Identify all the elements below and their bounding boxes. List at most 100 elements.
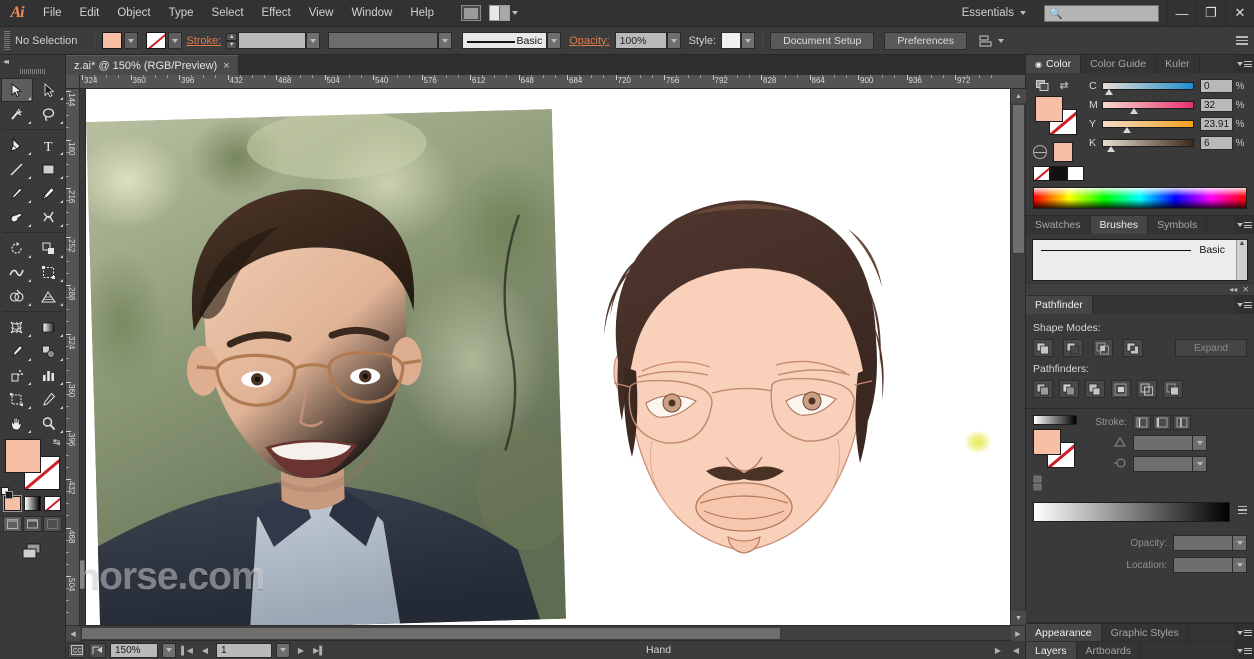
- eraser-tool[interactable]: [33, 205, 65, 229]
- status-next-button[interactable]: ▶: [991, 643, 1005, 658]
- brush-item-basic[interactable]: Basic: [1033, 240, 1247, 260]
- first-artboard-button[interactable]: ▌◀: [180, 643, 194, 658]
- stroke-profile-control[interactable]: [328, 32, 452, 49]
- gradient-fill-swatch[interactable]: [1033, 429, 1061, 455]
- bridge-icon[interactable]: [461, 5, 481, 21]
- tools-collapse-button[interactable]: ◂◂: [0, 55, 65, 67]
- artboard-number-field[interactable]: 1: [216, 643, 272, 658]
- menu-object[interactable]: Object: [108, 0, 159, 26]
- artboard-dropdown[interactable]: [276, 643, 290, 658]
- gradient-options-icon[interactable]: [1238, 506, 1247, 515]
- color-panel-menu-icon[interactable]: [1234, 55, 1254, 73]
- next-artboard-button[interactable]: ▶: [294, 643, 308, 658]
- minimize-button[interactable]: —: [1167, 0, 1196, 27]
- slider-track-m[interactable]: [1102, 101, 1194, 109]
- pathfinder-panel-menu-icon[interactable]: [1234, 296, 1254, 314]
- stroke-weight-field[interactable]: [238, 32, 306, 49]
- brush-list[interactable]: Basic ▲: [1032, 239, 1248, 281]
- pathfinder-unite-button[interactable]: [1033, 339, 1053, 357]
- tab-appearance[interactable]: Appearance: [1026, 624, 1102, 641]
- gradient-fill-stroke-well[interactable]: [1033, 429, 1079, 469]
- slider-track-k[interactable]: [1102, 139, 1194, 147]
- pathfinder-minus-front-button[interactable]: [1063, 339, 1083, 357]
- blob-brush-tool[interactable]: [1, 205, 33, 229]
- color-panel-fill-swatch[interactable]: [1035, 96, 1063, 122]
- align-stroke-inside-button[interactable]: [1153, 415, 1171, 430]
- shape-builder-tool[interactable]: [1, 284, 33, 308]
- scroll-up-arrow[interactable]: ▲: [1011, 89, 1026, 103]
- align-stroke-center-button[interactable]: [1133, 415, 1151, 430]
- cc-library-icon[interactable]: CC: [68, 643, 85, 658]
- opacity-field[interactable]: 100%: [615, 32, 667, 49]
- stroke-color-control[interactable]: [146, 32, 182, 49]
- scroll-right-arrow[interactable]: ▶: [1011, 626, 1025, 641]
- pencil-tool[interactable]: [33, 181, 65, 205]
- stroke-profile-dropdown[interactable]: [438, 32, 452, 49]
- color-preview-swatch[interactable]: [1053, 142, 1073, 162]
- menu-select[interactable]: Select: [203, 0, 253, 26]
- gradient-angle-field[interactable]: [1133, 456, 1193, 472]
- vertical-scrollbar[interactable]: ▲ ▼: [1010, 89, 1025, 625]
- vector-face-illustration[interactable]: [580, 171, 910, 591]
- pathfinder-crop-button[interactable]: [1111, 380, 1131, 398]
- scale-tool[interactable]: [33, 236, 65, 260]
- style-dropdown[interactable]: [741, 32, 755, 49]
- artboard[interactable]: [86, 89, 1010, 625]
- stroke-swatch[interactable]: [146, 32, 166, 49]
- vertical-scroll-thumb[interactable]: [1012, 104, 1025, 254]
- symbol-sprayer-tool[interactable]: [1, 363, 33, 387]
- pathfinder-outline-button[interactable]: [1137, 380, 1157, 398]
- tab-swatches[interactable]: Swatches: [1026, 216, 1091, 234]
- rotate-tool[interactable]: [1, 236, 33, 260]
- slider-value-y[interactable]: 23.91: [1200, 117, 1233, 131]
- slider-value-m[interactable]: 32: [1200, 98, 1233, 112]
- align-control[interactable]: [979, 34, 1004, 48]
- fill-stroke-toggle-icon[interactable]: [1035, 79, 1049, 92]
- magic-wand-tool[interactable]: [1, 102, 33, 126]
- appearance-panel-menu-icon[interactable]: [1234, 624, 1254, 641]
- slider-track-c[interactable]: [1102, 82, 1194, 90]
- pathfinder-trim-button[interactable]: [1059, 380, 1079, 398]
- type-tool[interactable]: T: [33, 133, 65, 157]
- opacity-dropdown[interactable]: [667, 32, 681, 49]
- swatch-white[interactable]: [1067, 166, 1084, 181]
- brush-scroll-up-icon[interactable]: ▲: [1237, 240, 1247, 247]
- out-of-web-gamut-icon[interactable]: [1033, 145, 1047, 159]
- close-button[interactable]: ✕: [1225, 0, 1254, 27]
- current-tool-label[interactable]: Hand: [330, 644, 987, 656]
- brush-definition-control[interactable]: Basic: [462, 32, 561, 49]
- menu-edit[interactable]: Edit: [71, 0, 109, 26]
- tab-symbols[interactable]: Symbols: [1148, 216, 1207, 234]
- fill-dropdown-button[interactable]: [124, 32, 138, 49]
- workspace-switcher[interactable]: Essentials: [952, 7, 1036, 19]
- canvas[interactable]: filehorse.com: [80, 89, 1010, 625]
- menu-help[interactable]: Help: [401, 0, 443, 26]
- preferences-button[interactable]: Preferences: [884, 32, 967, 50]
- layers-panel-menu-icon[interactable]: [1234, 642, 1254, 659]
- none-button[interactable]: [44, 496, 61, 511]
- slider-track-y[interactable]: [1102, 120, 1194, 128]
- brushes-panel-menu-icon[interactable]: [1234, 216, 1254, 234]
- stroke-profile-field[interactable]: [328, 32, 438, 49]
- hand-tool[interactable]: [1, 411, 33, 435]
- mesh-tool[interactable]: [1, 315, 33, 339]
- vertical-ruler[interactable]: 144180216252288324360396432468504: [66, 89, 80, 625]
- gradient-slider-bar[interactable]: [1033, 502, 1230, 522]
- normal-screen-mode-button[interactable]: [3, 516, 22, 532]
- swap-fill-stroke-icon[interactable]: ↹: [53, 437, 61, 448]
- fill-swatch[interactable]: [102, 32, 122, 49]
- change-screen-mode-icon[interactable]: [20, 542, 46, 565]
- previous-artboard-button[interactable]: ◀: [198, 643, 212, 658]
- document-tab[interactable]: z.ai* @ 150% (RGB/Preview) ×: [66, 55, 239, 75]
- swatch-black[interactable]: [1050, 166, 1067, 181]
- brush-definition-field[interactable]: Basic: [462, 32, 547, 49]
- width-tool[interactable]: [1, 260, 33, 284]
- swap-colors-icon[interactable]: ⇄: [1057, 79, 1071, 92]
- yellow-highlight-object[interactable]: [965, 431, 991, 453]
- gradient-type-dropdown[interactable]: [1193, 435, 1207, 451]
- tab-layers[interactable]: Layers: [1026, 642, 1077, 659]
- stroke-weight-label[interactable]: Stroke:: [186, 35, 221, 47]
- color-panel-fill-stroke[interactable]: [1033, 96, 1079, 136]
- opacity-label[interactable]: Opacity:: [569, 35, 609, 47]
- full-screen-menu-mode-button[interactable]: [23, 516, 42, 532]
